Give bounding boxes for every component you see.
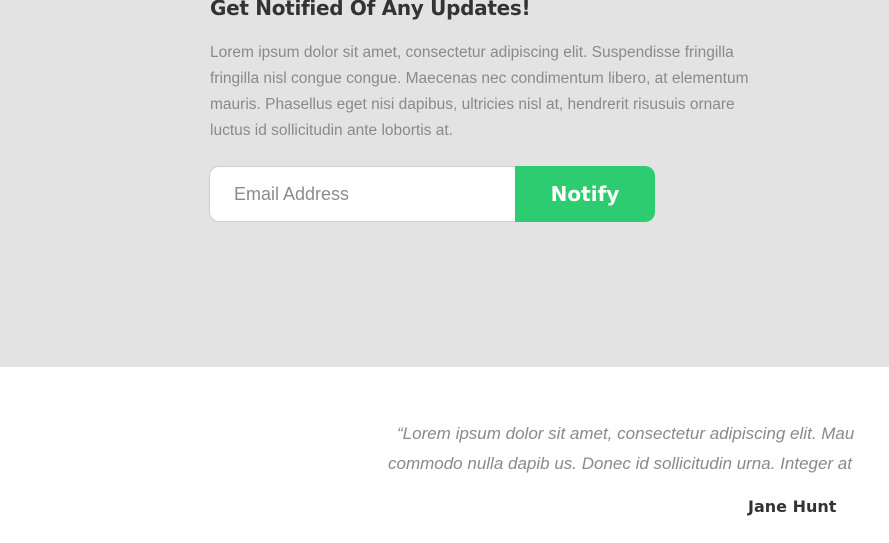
notify-title: Get Notified Of Any Updates!: [210, 0, 531, 20]
notify-description: Lorem ipsum dolor sit amet, consectetur …: [210, 44, 749, 139]
testimonial-section: “Lorem ipsum dolor sit amet, consectetur…: [0, 367, 889, 543]
email-input[interactable]: [209, 166, 515, 222]
testimonial-quote-line-2: commodo nulla dapib us. Donec id sollici…: [388, 454, 852, 473]
testimonial-author: Jane Hunt: [748, 497, 837, 516]
testimonial-quote-line-1: “Lorem ipsum dolor sit amet, consectetur…: [397, 424, 855, 443]
notify-form: Notify: [209, 166, 655, 222]
notify-section: Get Notified Of Any Updates! Lorem ipsum…: [0, 0, 889, 367]
notify-button[interactable]: Notify: [515, 166, 655, 222]
